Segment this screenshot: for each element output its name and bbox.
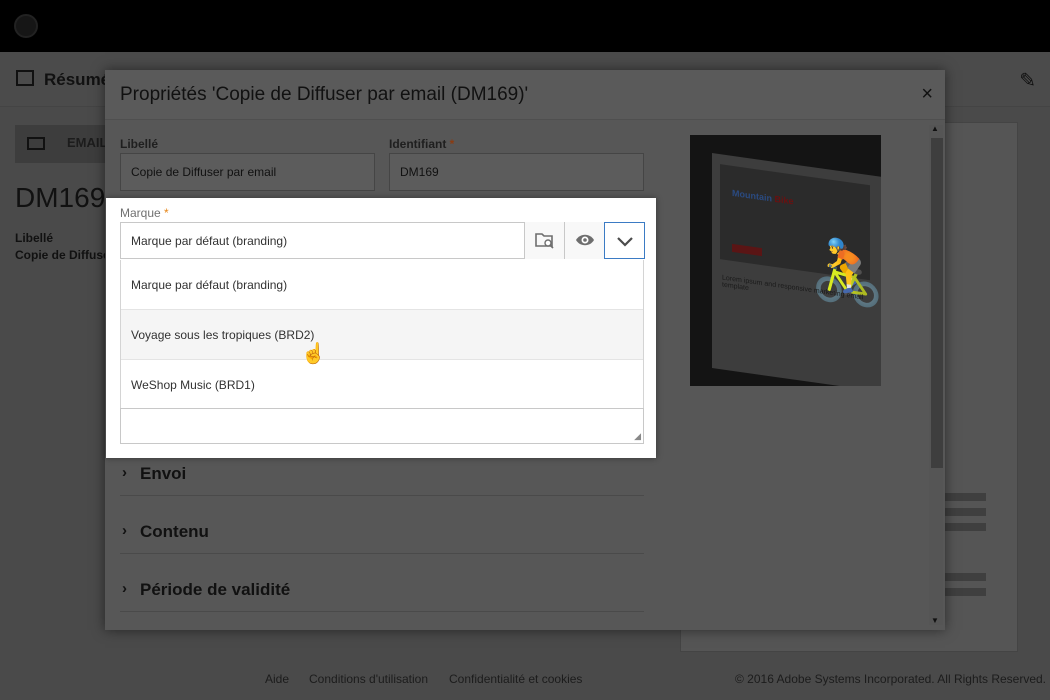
marque-dropdown-list: Marque par défaut (branding) Voyage sous…: [120, 260, 644, 410]
delivery-code-title: DM169: [15, 182, 106, 213]
dropdown-option[interactable]: Marque par défaut (branding): [121, 260, 643, 310]
libelle-label: Libellé: [120, 137, 159, 151]
folder-search-icon: [535, 233, 554, 249]
marque-select[interactable]: Marque par défaut (branding): [120, 222, 645, 259]
dropdown-option-hovered[interactable]: Voyage sous les tropiques (BRD2) ☝: [121, 310, 643, 365]
libelle-input[interactable]: Copie de Diffuser par email: [120, 153, 375, 191]
preview-screen: Mountain Bike 🚴 Lorem ipsum and responsi…: [712, 153, 881, 386]
dialog-header: Propriétés 'Copie de Diffuser par email …: [105, 70, 945, 120]
brand-picker-button[interactable]: [524, 222, 565, 259]
brand-selector-panel: Marque * Marque par défaut (branding) Ma…: [106, 198, 656, 458]
section-contenu[interactable]: › Contenu: [120, 510, 644, 554]
dropdown-option[interactable]: WeShop Music (BRD1): [121, 360, 643, 410]
marque-selected-value: Marque par défaut (branding): [131, 234, 288, 248]
chevron-right-icon: ›: [122, 522, 127, 539]
edit-pencil-icon[interactable]: ✎: [1019, 68, 1036, 93]
identifiant-input[interactable]: DM169: [389, 153, 644, 191]
email-thumbnail-preview: Mountain Bike 🚴 Lorem ipsum and responsi…: [690, 135, 881, 386]
eye-icon: [576, 234, 594, 246]
scroll-down-arrow-icon[interactable]: ▼: [931, 616, 939, 625]
close-icon[interactable]: ×: [921, 83, 933, 106]
summary-libelle-value: Copie de Diffuser: [15, 248, 115, 262]
top-navigation-bar: [0, 0, 1050, 52]
section-envoi[interactable]: › Envoi: [120, 452, 644, 496]
scroll-up-arrow-icon[interactable]: ▲: [931, 124, 939, 133]
summary-title: Résumé: [44, 70, 111, 89]
footer-copyright: © 2016 Adobe Systems Incorporated. All R…: [735, 672, 1047, 686]
preview-hero: Mountain Bike 🚴: [720, 164, 881, 311]
dialog-title: Propriétés 'Copie de Diffuser par email …: [120, 84, 529, 105]
chevron-right-icon: ›: [122, 580, 127, 597]
footer-link-help[interactable]: Aide: [265, 672, 289, 686]
section-periode-validite[interactable]: › Période de validité: [120, 568, 644, 612]
footer-link-privacy[interactable]: Confidentialité et cookies: [449, 672, 582, 686]
marque-label: Marque *: [120, 206, 169, 220]
preview-cta: [732, 243, 762, 257]
section-contenu-label: Contenu: [140, 522, 209, 541]
chevron-right-icon: ›: [122, 464, 127, 481]
section-periode-label: Période de validité: [140, 580, 291, 599]
page-footer: Aide Conditions d'utilisation Confidenti…: [250, 662, 1050, 700]
scrollbar-thumb[interactable]: [931, 138, 943, 468]
chevron-down-icon: [617, 237, 633, 247]
resize-grip-icon[interactable]: ◢: [634, 431, 641, 442]
description-textarea[interactable]: ◢: [120, 408, 644, 444]
envelope-icon: [27, 137, 45, 150]
sidebar-toggle-icon[interactable]: [16, 70, 34, 86]
section-envoi-label: Envoi: [140, 464, 187, 483]
identifiant-label: Identifiant *: [389, 137, 455, 151]
brand-preview-button[interactable]: [564, 222, 605, 259]
dropdown-toggle-button[interactable]: [604, 222, 645, 259]
preview-headline: Mountain Bike: [732, 187, 794, 207]
footer-link-terms[interactable]: Conditions d'utilisation: [309, 672, 428, 686]
summary-libelle-label: Libellé: [15, 231, 54, 245]
email-tab-label: EMAIL: [67, 135, 108, 150]
adobe-logo-icon[interactable]: [14, 14, 38, 38]
